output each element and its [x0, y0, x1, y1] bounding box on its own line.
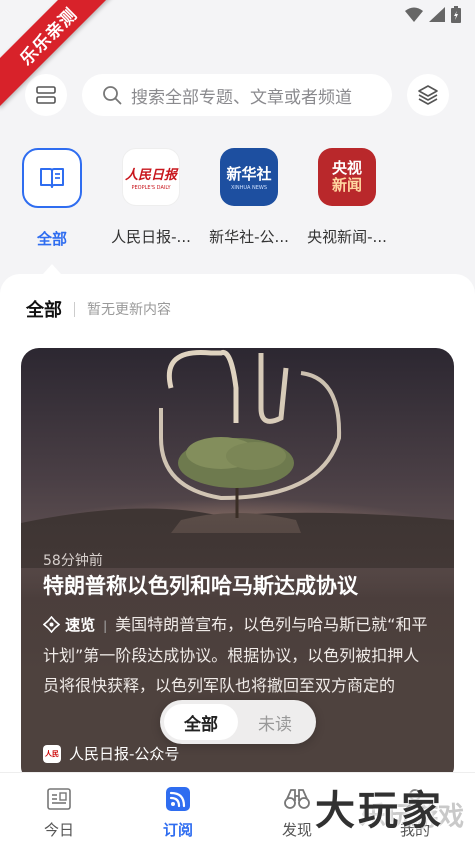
quick-read-icon — [42, 615, 61, 634]
quick-read-tag: 速览 — [65, 616, 96, 634]
feed-header: 全部 暂无更新内容 — [26, 296, 171, 322]
active-channel-pointer — [43, 264, 61, 274]
cctv-logo-line2: 新闻 — [331, 176, 362, 194]
rss-icon — [166, 787, 190, 811]
wifi-icon — [405, 7, 423, 22]
xinhua-logo-text: 新华社 — [226, 165, 272, 183]
top-bar: 搜索全部专题、文章或者频道 — [0, 74, 475, 118]
signal-icon — [429, 7, 445, 22]
channel-label: 人民日报-... — [111, 228, 191, 246]
layers-icon — [418, 85, 438, 105]
source-avatar-icon: 人民 — [43, 744, 61, 763]
feed-status: 暂无更新内容 — [87, 302, 171, 318]
article-time: 58分钟前 — [43, 553, 103, 569]
menu-button[interactable] — [25, 74, 67, 116]
xinhua-logo-sub: XINHUA NEWS — [230, 185, 268, 191]
layers-button[interactable] — [407, 74, 449, 116]
channel-label: 新华社-公... — [209, 228, 289, 246]
separator: | — [103, 619, 108, 633]
search-placeholder: 搜索全部专题、文章或者频道 — [131, 87, 352, 108]
channel-xinhua[interactable]: 新华社 XINHUA NEWS 新华社-公... — [200, 148, 298, 247]
peoples-daily-logo: 人民日报 PEOPLE'S DAILY — [122, 148, 180, 206]
article-source[interactable]: 人民 人民日报-公众号 — [43, 743, 179, 764]
channel-cctv-news[interactable]: 央视 新闻 央视新闻-... — [298, 148, 396, 247]
article-summary: 美国特朗普宣布，以色列与哈马斯已就“和平计划”第一阶段达成协议。根据协议，以色列… — [43, 615, 428, 695]
watermark: 大玩家 — [315, 788, 444, 834]
nav-subscribe[interactable]: 订阅 — [138, 785, 218, 840]
nav-label: 订阅 — [162, 821, 193, 839]
peoples-daily-logo-sub: PEOPLE'S DAILY — [131, 184, 171, 191]
nav-today[interactable]: 今日 — [19, 785, 99, 840]
menu-icon — [36, 86, 56, 104]
article-headline: 特朗普称以色列和哈马斯达成协议 — [43, 574, 358, 598]
channel-peoples-daily[interactable]: 人民日报 PEOPLE'S DAILY 人民日报-... — [102, 148, 200, 247]
filter-toggle: 全部 未读 — [160, 700, 316, 744]
feed-title: 全部 — [26, 300, 62, 321]
channel-all[interactable]: 全部 — [3, 148, 101, 249]
divider — [74, 301, 75, 317]
peoples-daily-logo-text: 人民日报 — [124, 167, 177, 183]
channel-label: 全部 — [36, 230, 67, 248]
source-name: 人民日报-公众号 — [69, 745, 180, 763]
search-input[interactable]: 搜索全部专题、文章或者频道 — [82, 74, 392, 116]
channel-list: 全部 人民日报 PEOPLE'S DAILY 人民日报-... 新华社 XINH… — [0, 148, 475, 258]
search-icon — [103, 86, 122, 105]
xinhua-logo: 新华社 XINHUA NEWS — [220, 148, 278, 206]
cctv-logo-line1: 央视 — [331, 159, 362, 177]
channel-all-logo — [22, 148, 82, 208]
binoculars-icon — [284, 789, 310, 809]
nav-label: 今日 — [43, 821, 74, 839]
newspaper-icon — [47, 788, 71, 810]
battery-icon — [451, 6, 461, 23]
channel-label: 央视新闻-... — [307, 228, 387, 246]
cctv-news-logo: 央视 新闻 — [318, 148, 376, 206]
filter-unread-button[interactable]: 未读 — [238, 704, 312, 740]
book-icon — [40, 168, 64, 188]
filter-all-button[interactable]: 全部 — [164, 704, 238, 740]
article-summary-block: 速览 | 美国特朗普宣布，以色列与哈马斯已就“和平计划”第一阶段达成协议。根据协议，… — [42, 610, 435, 701]
